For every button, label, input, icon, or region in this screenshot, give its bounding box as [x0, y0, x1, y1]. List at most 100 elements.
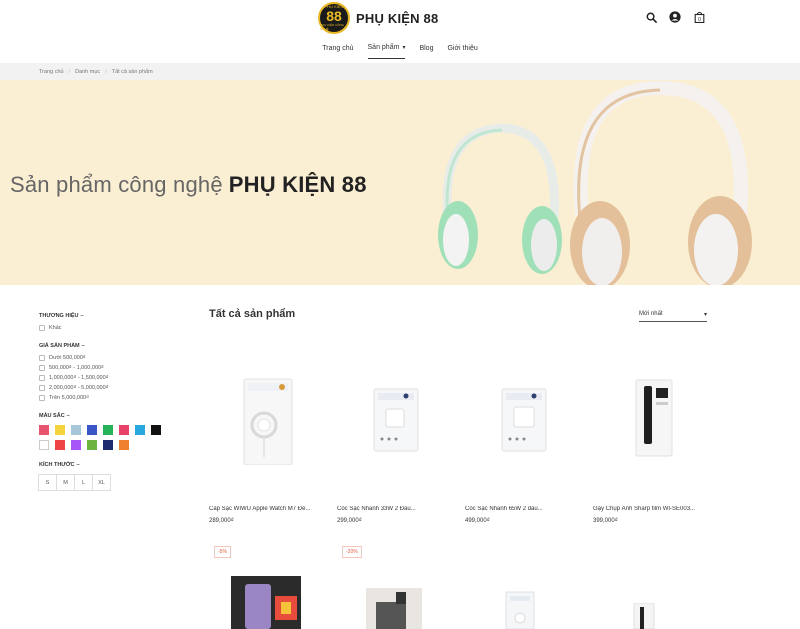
size-options: S M L XL	[38, 474, 189, 491]
filter-option-price[interactable]: 500,000₫ - 1,000,000₫	[39, 365, 189, 371]
main-nav: Trang chủ Sản phẩm ▾ Blog Giới thiệu	[0, 44, 800, 59]
product-image[interactable]	[502, 590, 538, 629]
logo-badge-number: 88	[326, 8, 342, 24]
color-swatch[interactable]	[119, 425, 129, 435]
product-image[interactable]	[337, 360, 455, 470]
filter-option-brand-other[interactable]: Khác	[39, 325, 189, 331]
color-swatch[interactable]	[71, 440, 81, 450]
collapse-icon[interactable]: –	[67, 413, 70, 419]
page-title: Tất cả sản phẩm	[209, 308, 296, 320]
filter-sidebar: THƯƠNG HIỆU – Khác GIÁ SẢN PHẨM – Dưới 500…	[38, 313, 189, 503]
product-card[interactable]: Gậy Chụp Ảnh Sharp film WI-SE003... 399,…	[593, 360, 711, 524]
hero-banner: Sản phẩm công nghệ PHỤ KIỆN 88	[0, 80, 800, 285]
user-icon[interactable]	[668, 10, 682, 24]
checkbox[interactable]	[39, 395, 45, 401]
size-option-s[interactable]: S	[38, 474, 57, 491]
filter-option-price[interactable]: Trên 5,000,000₫	[39, 395, 189, 401]
chevron-down-icon: ▾	[402, 45, 406, 51]
checkbox[interactable]	[39, 365, 45, 371]
option-label: 1,000,000₫ - 1,500,000₫	[49, 375, 109, 381]
collapse-icon[interactable]: –	[77, 462, 80, 468]
filter-title-color: MÀU SẮC –	[39, 413, 189, 419]
product-image[interactable]	[366, 588, 422, 629]
nav-item-products[interactable]: Sản phẩm ▾	[367, 44, 406, 59]
product-name[interactable]: Cóc Sạc Nhanh 33W 2 Đầu...	[337, 506, 455, 512]
logo-badge-bottom: PHỤ KIỆN CÔNG NGHỆ	[320, 23, 345, 31]
color-swatch[interactable]	[135, 425, 145, 435]
search-icon[interactable]	[644, 10, 658, 24]
nav-label: Sản phẩm	[367, 44, 400, 51]
checkbox[interactable]	[39, 375, 45, 381]
discount-badge: -20%	[342, 546, 362, 558]
cart-count: 0	[698, 17, 701, 23]
color-swatch[interactable]	[151, 425, 161, 435]
checkbox[interactable]	[39, 385, 45, 391]
color-swatch[interactable]	[87, 425, 97, 435]
product-image[interactable]	[632, 602, 656, 629]
filter-title-text: THƯƠNG HIỆU	[39, 313, 79, 319]
product-price: 399,000₫	[593, 518, 618, 524]
breadcrumb-separator: /	[68, 68, 71, 75]
product-image[interactable]	[209, 360, 327, 470]
size-option-m[interactable]: M	[56, 474, 75, 491]
filter-size: KÍCH THƯỚC – S M L XL	[38, 462, 189, 491]
filter-option-price[interactable]: 2,000,000₫ - 5,000,000₫	[39, 385, 189, 391]
color-swatch[interactable]	[71, 425, 81, 435]
nav-item-about[interactable]: Giới thiệu	[447, 44, 477, 59]
product-price: 499,000₫	[465, 518, 490, 524]
option-label: Dưới 500,000₫	[49, 355, 86, 361]
breadcrumb-category[interactable]: Danh mục	[75, 69, 100, 75]
color-swatch[interactable]	[103, 440, 113, 450]
option-label: 2,000,000₫ - 5,000,000₫	[49, 385, 109, 391]
sort-label: Mới nhất	[639, 311, 663, 317]
breadcrumb: Trang chủ / Danh mục / Tất cả sản phẩm	[0, 63, 800, 80]
collapse-icon[interactable]: –	[82, 343, 85, 349]
breadcrumb-home[interactable]: Trang chủ	[39, 69, 64, 75]
hero-brand: PHỤ KIỆN 88	[228, 172, 367, 197]
filter-title-size: KÍCH THƯỚC –	[39, 462, 189, 468]
nav-label: Giới thiệu	[447, 44, 478, 52]
product-card[interactable]: Cáp Sạc WIWU Apple Watch M7 Đế... 289,00…	[209, 360, 327, 524]
breadcrumb-current: Tất cả sản phẩm	[111, 68, 153, 75]
filter-title-text: MÀU SẮC	[39, 413, 65, 419]
product-image[interactable]	[465, 360, 583, 470]
filter-title-brand: THƯƠNG HIỆU –	[39, 313, 189, 319]
checkbox[interactable]	[39, 355, 45, 361]
filter-title-text: GIÁ SẢN PHẨM	[39, 343, 80, 349]
option-label: Khác	[49, 325, 62, 331]
cart-icon[interactable]: 0	[692, 10, 706, 24]
header-icons: 0	[644, 10, 706, 24]
filter-title-price: GIÁ SẢN PHẨM –	[39, 343, 189, 349]
filter-brand: THƯƠNG HIỆU – Khác	[39, 313, 189, 331]
product-name[interactable]: Cóc Sạc Nhanh 65W 2 đầu...	[465, 506, 583, 512]
color-swatch[interactable]	[103, 425, 113, 435]
nav-label: Trang chủ	[322, 44, 354, 52]
product-name[interactable]: Gậy Chụp Ảnh Sharp film WI-SE003...	[593, 506, 711, 512]
color-swatch[interactable]	[39, 425, 49, 435]
nav-item-blog[interactable]: Blog	[419, 44, 433, 59]
color-swatch[interactable]	[87, 440, 97, 450]
site-logo[interactable]: PHỤ KIỆN 88 PHỤ KIỆN CÔNG NGHỆ PHỤ KIỆN …	[318, 2, 438, 34]
filter-option-price[interactable]: Dưới 500,000₫	[39, 355, 189, 361]
filter-title-text: KÍCH THƯỚC	[39, 462, 75, 468]
product-price: 289,000₫	[209, 518, 234, 524]
filter-color: MÀU SẮC –	[39, 413, 189, 450]
product-name[interactable]: Cáp Sạc WIWU Apple Watch M7 Đế...	[209, 506, 327, 512]
size-option-l[interactable]: L	[74, 474, 93, 491]
product-card[interactable]: Cóc Sạc Nhanh 33W 2 Đầu... 299,000₫	[337, 360, 455, 524]
color-swatch[interactable]	[39, 440, 49, 450]
product-card[interactable]: Cóc Sạc Nhanh 65W 2 đầu... 499,000₫	[465, 360, 583, 524]
logo-text: PHỤ KIỆN 88	[356, 10, 439, 26]
filter-option-price[interactable]: 1,000,000₫ - 1,500,000₫	[39, 375, 189, 381]
color-swatch[interactable]	[55, 440, 65, 450]
product-image[interactable]	[593, 360, 711, 470]
checkbox[interactable]	[39, 325, 45, 331]
color-swatch[interactable]	[55, 425, 65, 435]
collapse-icon[interactable]: –	[81, 313, 84, 319]
chevron-down-icon: ▾	[703, 312, 707, 318]
product-image[interactable]	[231, 576, 301, 629]
size-option-xl[interactable]: XL	[92, 474, 111, 491]
nav-item-home[interactable]: Trang chủ	[322, 44, 353, 59]
color-swatch[interactable]	[119, 440, 129, 450]
sort-select[interactable]: Mới nhất ▾	[639, 311, 707, 322]
